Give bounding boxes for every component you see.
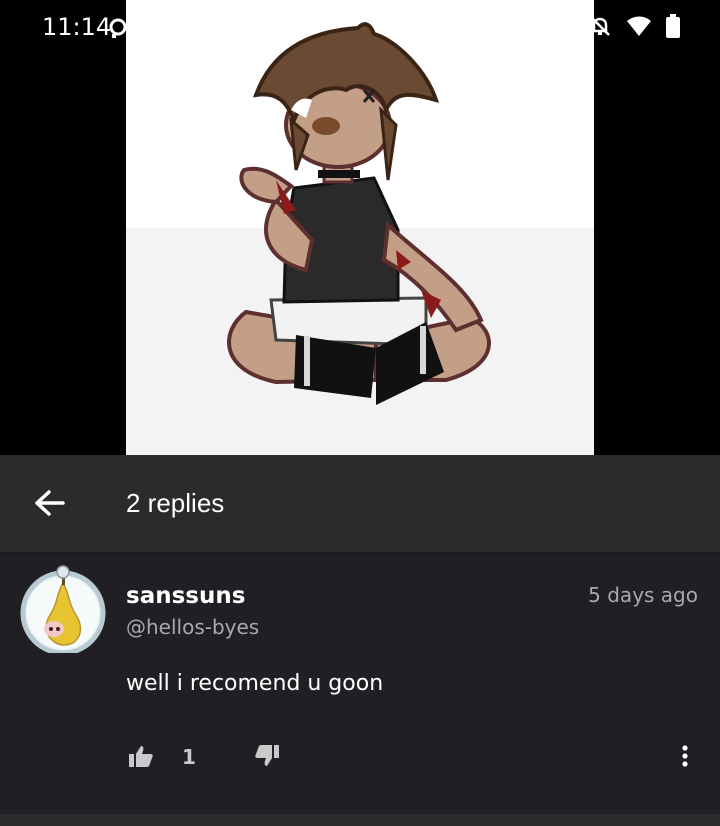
media-area [0,0,720,455]
page-title: 2 replies [126,488,225,518]
comment-body: well i recomend u goon [126,671,384,696]
next-item-edge [0,814,720,826]
comment-username[interactable]: sanssuns [126,583,245,609]
comment-item: sanssuns @hellos-byes 5 days ago well i … [0,553,720,826]
dislike-button[interactable] [252,743,282,773]
arrow-left-icon [35,490,65,520]
notification-search-icon [106,16,130,40]
status-clock: 11:14 [42,13,112,41]
like-button[interactable] [126,743,156,773]
avatar[interactable] [18,563,108,656]
battery-icon [666,14,680,38]
comment-timestamp: 5 days ago [588,583,698,607]
comment-actions: 1 [0,743,720,775]
more-options-button[interactable] [670,743,700,773]
thumbs-down-icon [255,745,279,771]
status-bar: 11:14 [0,0,720,56]
artwork-image[interactable] [126,0,594,455]
bell-off-icon [588,14,612,38]
replies-header: 2 replies [0,455,720,553]
character-drawing [227,22,491,405]
back-button[interactable] [26,481,74,529]
thumbs-up-icon [129,745,153,771]
status-icons [588,14,680,38]
comment-handle: @hellos-byes [126,615,260,639]
wifi-icon [626,15,652,37]
pear-avatar [20,565,106,656]
like-count: 1 [182,745,196,769]
more-vertical-icon [682,745,688,771]
